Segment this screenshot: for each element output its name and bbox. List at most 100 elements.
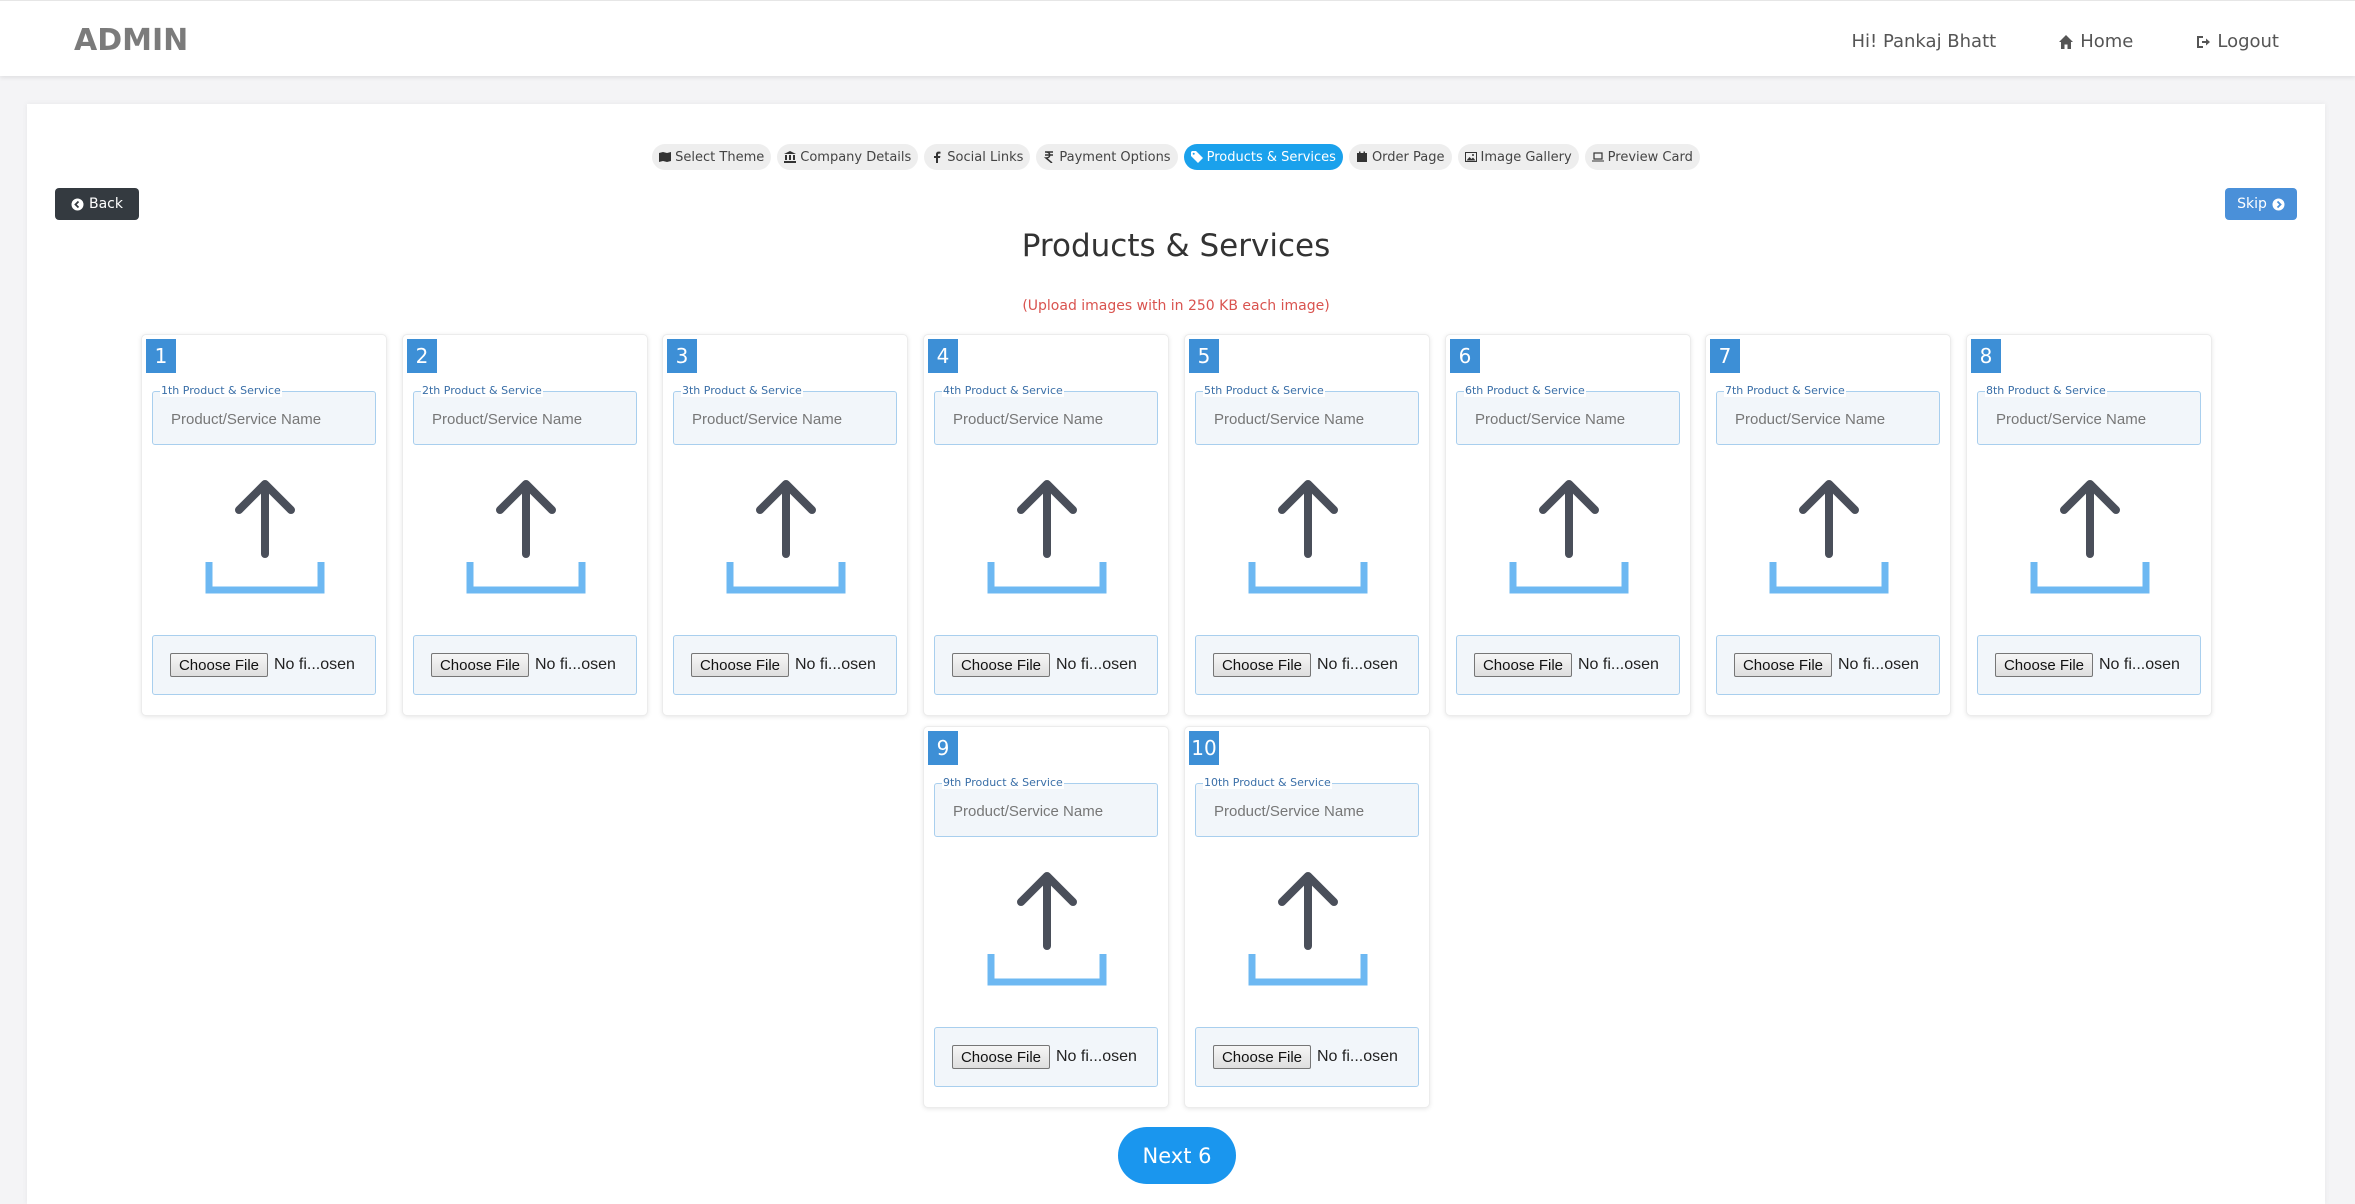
file-status-text: No fi...osen (274, 656, 355, 673)
product-number-badge: 6 (1450, 339, 1480, 373)
product-number-badge: 5 (1189, 339, 1219, 373)
product-card: 99th Product & ServiceChoose FileNo fi..… (923, 726, 1169, 1108)
product-number-badge: 2 (407, 339, 437, 373)
choose-file-button[interactable]: Choose File (1213, 1045, 1311, 1069)
choose-file-button[interactable]: Choose File (1474, 653, 1572, 677)
product-name-input[interactable] (1196, 787, 1418, 835)
choose-file-button[interactable]: Choose File (1995, 653, 2093, 677)
facebook-icon (934, 151, 941, 163)
upload-size-note: (Upload images with in 250 KB each image… (1022, 298, 1330, 314)
step-label: Payment Options (1059, 149, 1171, 165)
bank-icon (784, 151, 797, 163)
upload-icon (987, 872, 1107, 986)
step-preview-card[interactable]: Preview Card (1584, 144, 1700, 170)
step-label: Social Links (947, 149, 1024, 165)
product-name-input[interactable] (414, 395, 636, 443)
choose-file-button[interactable]: Choose File (1213, 653, 1311, 677)
logout-icon (2197, 35, 2211, 48)
file-upload-box: Choose File No fi...osen (1716, 635, 1940, 695)
choose-file-button[interactable]: Choose File (952, 1045, 1050, 1069)
choose-file-button[interactable]: Choose File (691, 653, 789, 677)
choose-file-button[interactable]: Choose File (1734, 653, 1832, 677)
top-nav: Hi! Pankaj Bhatt Home Logout (1851, 31, 2279, 52)
file-upload-box: Choose File No fi...osen (413, 635, 637, 695)
product-card: 66th Product & ServiceChoose FileNo fi..… (1445, 334, 1691, 716)
home-icon (2059, 34, 2074, 49)
skip-button[interactable]: Skip (2225, 188, 2297, 220)
file-status-text: No fi...osen (1056, 1048, 1137, 1065)
product-name-input[interactable] (935, 787, 1157, 835)
step-products-services[interactable]: Products & Services (1183, 144, 1343, 170)
step-select-theme[interactable]: Select Theme (652, 144, 772, 170)
home-link[interactable]: Home (2058, 31, 2133, 52)
upload-icon (466, 480, 586, 594)
product-name-input[interactable] (1717, 395, 1939, 443)
home-link-label: Home (2080, 31, 2134, 52)
image-icon (1464, 152, 1477, 162)
file-upload-box: Choose File No fi...osen (934, 635, 1158, 695)
upload-icon (987, 480, 1107, 594)
upload-icon (1769, 480, 1889, 594)
product-card: 33th Product & ServiceChoose FileNo fi..… (662, 334, 908, 716)
file-status-text: No fi...osen (795, 656, 876, 673)
top-navbar: ADMIN Hi! Pankaj Bhatt Home Logout (0, 0, 2355, 76)
arrow-circle-right-icon (2272, 198, 2285, 210)
product-card: 77th Product & ServiceChoose FileNo fi..… (1705, 334, 1951, 716)
user-greeting[interactable]: Hi! Pankaj Bhatt (1851, 31, 1996, 52)
product-number-badge: 9 (928, 731, 958, 765)
file-upload-box: Choose File No fi...osen (152, 635, 376, 695)
calendar-icon (1356, 151, 1367, 162)
product-name-input[interactable] (153, 395, 375, 443)
step-order-page[interactable]: Order Page (1348, 144, 1452, 170)
choose-file-button[interactable]: Choose File (952, 653, 1050, 677)
user-greeting-label: Hi! Pankaj Bhatt (1851, 31, 1997, 52)
arrow-circle-left-icon (71, 198, 84, 210)
step-label: Select Theme (675, 149, 765, 165)
product-number-badge: 3 (667, 339, 697, 373)
product-name-input[interactable] (674, 395, 896, 443)
upload-icon (1509, 480, 1629, 594)
product-card: 1010th Product & ServiceChoose FileNo fi… (1184, 726, 1430, 1108)
back-button[interactable]: Back (55, 188, 139, 220)
product-name-input[interactable] (1196, 395, 1418, 443)
choose-file-button[interactable]: Choose File (431, 653, 529, 677)
product-card: 88th Product & ServiceChoose FileNo fi..… (1966, 334, 2212, 716)
product-number-badge: 8 (1971, 339, 2001, 373)
next-button[interactable]: Next 6 (1118, 1127, 1236, 1184)
file-status-text: No fi...osen (1317, 1048, 1398, 1065)
laptop-icon (1591, 152, 1604, 162)
product-card: 44th Product & ServiceChoose FileNo fi..… (923, 334, 1169, 716)
product-name-input[interactable] (1457, 395, 1679, 443)
tag-icon (1190, 151, 1203, 163)
product-name-input[interactable] (1978, 395, 2200, 443)
product-number-badge: 10 (1189, 731, 1219, 765)
file-upload-box: Choose File No fi...osen (934, 1027, 1158, 1087)
map-icon (659, 152, 672, 162)
file-upload-box: Choose File No fi...osen (1977, 635, 2201, 695)
step-label: Company Details (800, 149, 912, 165)
choose-file-button[interactable]: Choose File (170, 653, 268, 677)
rupee-icon (1044, 151, 1054, 163)
step-label: Products & Services (1206, 149, 1336, 165)
upload-icon (2030, 480, 2150, 594)
brand-logo[interactable]: ADMIN (74, 23, 188, 58)
logout-link[interactable]: Logout (2195, 31, 2279, 52)
step-company-details[interactable]: Company Details (777, 144, 919, 170)
step-payment-options[interactable]: Payment Options (1036, 144, 1178, 170)
step-label: Order Page (1371, 149, 1445, 165)
product-number-badge: 4 (928, 339, 958, 373)
product-number-badge: 7 (1710, 339, 1740, 373)
step-image-gallery[interactable]: Image Gallery (1457, 144, 1579, 170)
file-upload-box: Choose File No fi...osen (1456, 635, 1680, 695)
product-card: 22th Product & ServiceChoose FileNo fi..… (402, 334, 648, 716)
product-card: 11th Product & ServiceChoose FileNo fi..… (141, 334, 387, 716)
step-label: Preview Card (1607, 149, 1693, 165)
logout-link-label: Logout (2217, 31, 2279, 52)
wizard-steps: Select Theme Company Details Social Link… (27, 144, 2325, 170)
back-button-label: Back (89, 196, 123, 212)
product-name-input[interactable] (935, 395, 1157, 443)
step-label: Image Gallery (1480, 149, 1572, 165)
product-card: 55th Product & ServiceChoose FileNo fi..… (1184, 334, 1430, 716)
step-social-links[interactable]: Social Links (924, 144, 1031, 170)
product-number-badge: 1 (146, 339, 176, 373)
